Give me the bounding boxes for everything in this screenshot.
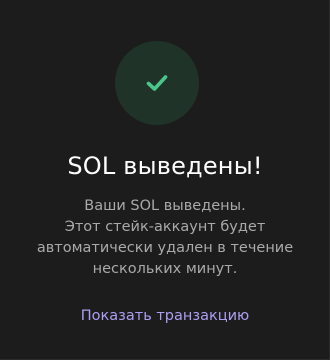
message-line: нескольких минут. <box>92 261 238 277</box>
message-line: автоматически удален в течение <box>36 240 294 256</box>
message-line: Ваши SOL выведены. <box>84 198 246 214</box>
message-line: Этот стейк-аккаунт будет <box>64 219 266 235</box>
checkmark-icon <box>146 75 168 91</box>
page-title: SOL выведены! <box>67 152 263 180</box>
withdraw-success-panel: SOL выведены! Ваши SOL выведены. Этот ст… <box>0 0 330 360</box>
success-message: Ваши SOL выведены. Этот стейк-аккаунт бу… <box>20 196 310 280</box>
view-transaction-link[interactable]: Показать транзакцию <box>0 305 330 327</box>
success-status-circle <box>115 41 199 125</box>
